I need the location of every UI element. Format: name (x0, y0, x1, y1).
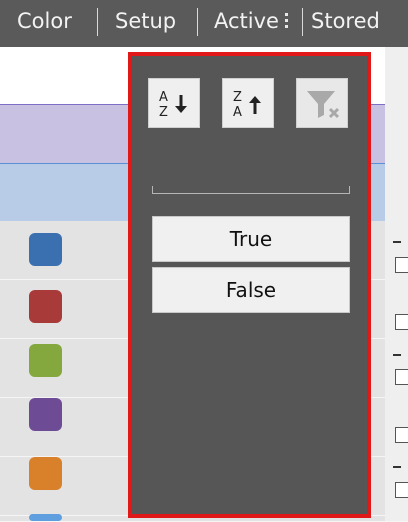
stored-checkbox[interactable] (395, 369, 408, 385)
color-swatch[interactable] (29, 514, 62, 521)
column-header-color[interactable]: Color (17, 9, 72, 33)
dash-marker (393, 466, 401, 468)
stored-column-cells (385, 47, 408, 521)
svg-text:A: A (233, 105, 242, 120)
column-header-stored[interactable]: Stored (311, 9, 380, 33)
column-separator[interactable] (197, 8, 198, 36)
sort-a-z-icon: A Z (159, 90, 187, 120)
column-resize-grip[interactable] (285, 13, 288, 31)
color-swatch[interactable] (29, 457, 62, 490)
color-swatch[interactable] (29, 398, 62, 431)
svg-text:A: A (159, 90, 168, 105)
sort-descending-button[interactable]: Z A (222, 78, 274, 128)
filter-value-false[interactable]: False (152, 267, 350, 313)
stored-checkbox[interactable] (395, 482, 408, 498)
color-swatch[interactable] (29, 344, 62, 377)
clear-filter-icon (307, 91, 340, 119)
dash-marker (393, 241, 401, 243)
clear-filter-button[interactable] (296, 78, 348, 128)
stored-checkbox[interactable] (395, 257, 408, 273)
filter-value-true[interactable]: True (152, 216, 350, 262)
color-swatch[interactable] (29, 233, 62, 266)
column-separator[interactable] (97, 8, 98, 36)
filter-search-divider (152, 186, 350, 194)
svg-text:Z: Z (159, 105, 168, 120)
dash-marker (393, 354, 401, 356)
column-header-setup[interactable]: Setup (115, 9, 176, 33)
column-filter-popup: A Z Z A True False (128, 52, 371, 518)
sort-ascending-button[interactable]: A Z (148, 78, 200, 128)
color-swatch[interactable] (29, 290, 62, 323)
stored-checkbox[interactable] (395, 314, 408, 330)
stored-checkbox[interactable] (395, 427, 408, 443)
column-header-active[interactable]: Active (214, 9, 279, 33)
column-separator[interactable] (302, 8, 303, 36)
column-header-row: Color Setup Active Stored (0, 0, 408, 47)
sort-z-a-icon: Z A (233, 90, 261, 120)
svg-text:Z: Z (233, 90, 242, 105)
